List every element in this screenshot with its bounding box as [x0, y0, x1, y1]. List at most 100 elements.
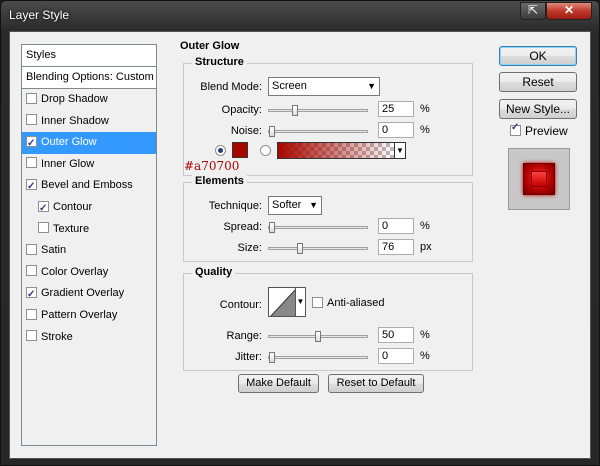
style-item-checkbox[interactable]: [26, 330, 37, 342]
gradient-picker[interactable]: [277, 142, 395, 159]
size-slider[interactable]: [268, 243, 368, 254]
preview-swatch: [523, 163, 555, 195]
styles-header[interactable]: Styles: [22, 45, 156, 67]
style-item-bevel-and-emboss[interactable]: Bevel and Emboss: [22, 175, 156, 198]
anti-aliased-checkbox[interactable]: Anti-aliased: [312, 296, 385, 309]
panel-title: Outer Glow: [177, 40, 243, 52]
style-item-label: Bevel and Emboss: [41, 179, 133, 192]
style-item-label: Color Overlay: [41, 265, 109, 278]
reset-to-default-button[interactable]: Reset to Default: [328, 374, 424, 393]
structure-group: Structure Blend Mode: Screen ▼ Opacity: …: [183, 56, 473, 176]
close-button[interactable]: ✕: [546, 2, 592, 20]
style-item-checkbox[interactable]: [38, 222, 49, 234]
style-item-label: Pattern Overlay: [41, 308, 118, 321]
range-slider-thumb[interactable]: [315, 331, 321, 342]
size-slider-thumb[interactable]: [297, 243, 303, 254]
gradient-dropdown[interactable]: ▼: [395, 142, 406, 159]
style-item-checkbox[interactable]: [26, 265, 37, 277]
style-item-satin[interactable]: Satin: [22, 240, 156, 262]
noise-slider[interactable]: [268, 126, 368, 137]
noise-input[interactable]: 0: [378, 122, 414, 138]
styles-list: Styles Blending Options: Custom Drop Sha…: [21, 44, 157, 446]
style-item-checkbox[interactable]: [26, 284, 37, 306]
quality-title: Quality: [192, 266, 236, 278]
style-item-checkbox[interactable]: [26, 157, 37, 169]
contour-dropdown[interactable]: ▼: [296, 287, 306, 317]
context-help-icon: ⇱: [527, 3, 539, 17]
opacity-label: Opacity:: [221, 104, 262, 116]
contour-picker[interactable]: [268, 287, 296, 317]
style-item-checkbox[interactable]: [26, 308, 37, 320]
style-item-checkbox[interactable]: [38, 198, 49, 219]
style-item-pattern-overlay[interactable]: Pattern Overlay: [22, 305, 156, 327]
size-unit: px: [420, 241, 432, 253]
preview-check[interactable]: [510, 122, 521, 137]
blend-mode-label: Blend Mode:: [200, 81, 262, 93]
chevron-down-icon: ▼: [296, 297, 305, 306]
title-bar[interactable]: Layer Style ⇱ ✕: [1, 1, 599, 31]
window-title: Layer Style: [9, 8, 70, 22]
range-input[interactable]: 50: [378, 327, 414, 343]
opacity-unit: %: [420, 103, 430, 115]
style-item-outer-glow[interactable]: Outer Glow: [22, 132, 156, 154]
jitter-slider[interactable]: [268, 352, 368, 363]
style-item-checkbox[interactable]: [26, 92, 37, 104]
technique-value: Softer: [272, 199, 302, 211]
style-item-label: Stroke: [41, 330, 73, 343]
style-item-contour[interactable]: Contour: [22, 197, 156, 219]
style-item-label: Contour: [53, 200, 93, 213]
technique-label: Technique:: [208, 200, 262, 212]
chevron-down-icon: ▼: [309, 200, 318, 210]
make-default-button[interactable]: Make Default: [238, 374, 319, 393]
style-item-inner-shadow[interactable]: Inner Shadow: [22, 111, 156, 133]
style-item-inner-glow[interactable]: Inner Glow: [22, 154, 156, 176]
style-item-checkbox[interactable]: [26, 243, 37, 255]
anti-aliased-label: Anti-aliased: [327, 297, 385, 309]
glow-color-swatch[interactable]: [232, 142, 248, 158]
spread-slider-thumb[interactable]: [269, 222, 275, 233]
preview-checkbox[interactable]: Preview: [510, 122, 568, 138]
style-item-label: Inner Glow: [41, 157, 95, 170]
style-item-stroke[interactable]: Stroke: [22, 327, 156, 349]
technique-select[interactable]: Softer ▼: [268, 196, 322, 215]
style-preview: [508, 148, 570, 210]
noise-slider-thumb[interactable]: [269, 126, 275, 137]
new-style-button[interactable]: New Style...: [499, 99, 577, 119]
style-item-label: Outer Glow: [41, 136, 97, 149]
solid-color-radio[interactable]: [215, 145, 226, 156]
jitter-input[interactable]: 0: [378, 348, 414, 364]
style-item-label: Gradient Overlay: [41, 287, 125, 300]
style-item-color-overlay[interactable]: Color Overlay: [22, 262, 156, 284]
noise-unit: %: [420, 124, 430, 136]
help-button[interactable]: ⇱: [520, 2, 546, 20]
style-item-checkbox[interactable]: [26, 133, 37, 154]
reset-button[interactable]: Reset: [499, 72, 577, 92]
spread-label: Spread:: [223, 221, 262, 233]
size-input[interactable]: 76: [378, 239, 414, 255]
style-item-drop-shadow[interactable]: Drop Shadow: [22, 89, 156, 111]
style-items: Drop Shadow Inner Shadow Outer Glow Inner G…: [22, 89, 156, 348]
style-item-checkbox[interactable]: [26, 176, 37, 198]
gradient-radio[interactable]: [260, 145, 271, 156]
jitter-slider-thumb[interactable]: [269, 352, 275, 363]
close-icon: ✕: [563, 3, 575, 17]
ok-button[interactable]: OK: [499, 46, 577, 66]
style-item-checkbox[interactable]: [26, 114, 37, 126]
opacity-input[interactable]: 25: [378, 101, 414, 117]
blend-mode-select[interactable]: Screen ▼: [268, 77, 380, 96]
opacity-slider-thumb[interactable]: [292, 105, 298, 116]
blending-options-item[interactable]: Blending Options: Custom: [22, 67, 156, 89]
style-item-label: Texture: [53, 222, 90, 235]
style-item-texture[interactable]: Texture: [22, 219, 156, 241]
elements-group: Elements Technique: Softer ▼ Spread: 0 %…: [183, 175, 473, 262]
dialog-client-area: Styles Blending Options: Custom Drop Sha…: [9, 31, 591, 459]
anti-aliased-check[interactable]: [312, 296, 323, 308]
layer-style-dialog: Layer Style ⇱ ✕ Styles Blending Options:…: [0, 0, 600, 466]
spread-input[interactable]: 0: [378, 218, 414, 234]
range-slider[interactable]: [268, 331, 368, 342]
opacity-slider[interactable]: [268, 105, 368, 116]
style-item-gradient-overlay[interactable]: Gradient Overlay: [22, 283, 156, 306]
spread-slider[interactable]: [268, 222, 368, 233]
chevron-down-icon: ▼: [396, 146, 404, 155]
range-unit: %: [420, 329, 430, 341]
